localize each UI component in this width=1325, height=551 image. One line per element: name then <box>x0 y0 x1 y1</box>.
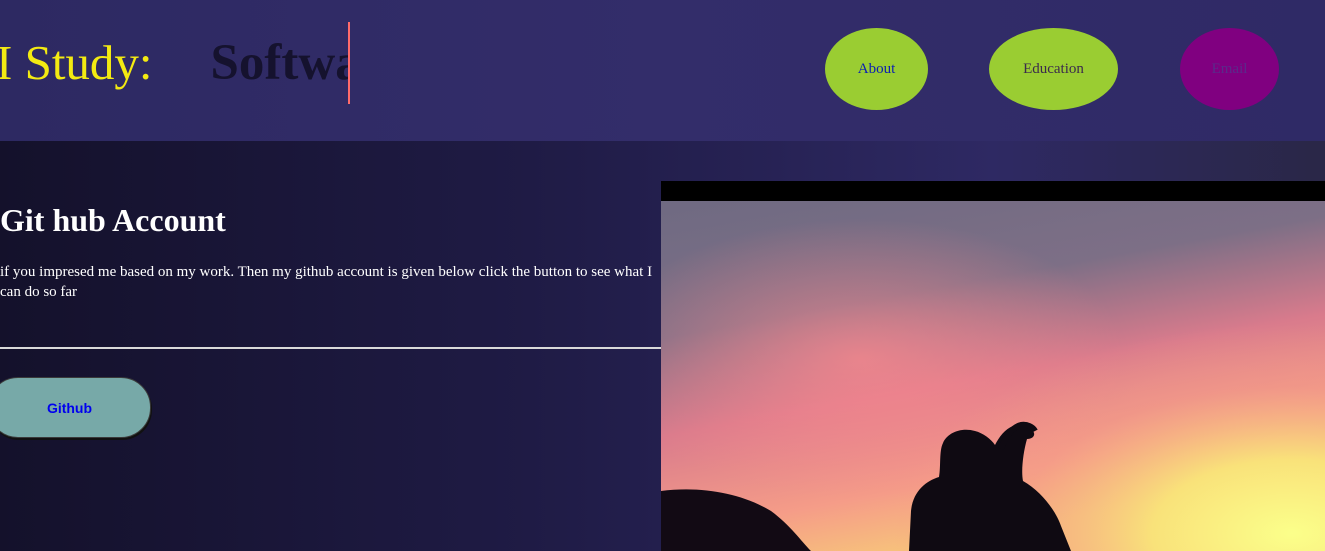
headline-prefix: I Study: <box>0 35 153 90</box>
nav-about-label: About <box>857 60 896 77</box>
sunset-silhouette-image <box>661 181 1325 551</box>
github-section: Git hub Account if you impresed me based… <box>0 141 661 551</box>
page: I Study: Software About Education Email … <box>0 0 1325 551</box>
nav-about-button[interactable]: About <box>825 28 928 110</box>
typed-text: Software <box>210 35 348 91</box>
section-description: if you impresed me based on my work. The… <box>0 264 653 300</box>
divider <box>0 347 661 349</box>
nav-email-button[interactable]: Email <box>1180 28 1279 110</box>
typed-text-container: Software <box>211 30 348 96</box>
section-title: Git hub Account <box>0 202 226 238</box>
nav-email-label: Email <box>1211 60 1248 77</box>
headline: I Study: Software <box>0 22 350 104</box>
typing-caret <box>347 22 350 104</box>
nav-education-button[interactable]: Education <box>989 28 1118 110</box>
nav-education-label: Education <box>1023 60 1084 77</box>
github-button-label: Github <box>46 399 93 416</box>
site-header: I Study: Software About Education Email <box>0 0 1325 141</box>
profile-photo <box>661 181 1325 551</box>
main-section: Git hub Account if you impresed me based… <box>0 141 1325 551</box>
github-button[interactable]: Github <box>0 377 151 438</box>
